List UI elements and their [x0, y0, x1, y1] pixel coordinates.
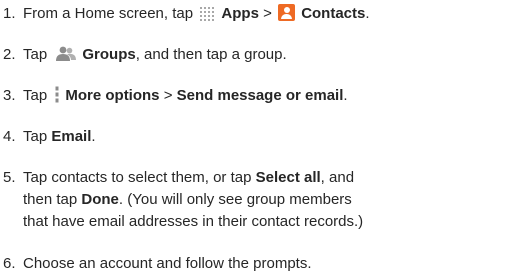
step-3-text-a: Tap: [23, 87, 52, 104]
email-label: Email: [51, 128, 92, 145]
step-3-separator: >: [159, 87, 177, 104]
step-2-text-b: , and then tap a group.: [135, 46, 287, 63]
step-4-period: .: [91, 128, 96, 145]
step-5-text-c: then tap: [23, 191, 82, 208]
step-number: 5.: [3, 169, 16, 186]
step-5: 5. Tap contacts to select them, or tap S…: [0, 168, 515, 238]
step-number: 1.: [3, 5, 16, 22]
more-options-icon: [55, 86, 59, 103]
more-options-label: More options: [65, 87, 160, 104]
groups-label: Groups: [82, 46, 136, 63]
apps-grid-icon: [199, 6, 216, 22]
step-number: 2.: [3, 46, 16, 63]
step-5-text-d: . (You will only see group members: [118, 191, 352, 208]
contacts-label: Contacts: [301, 5, 366, 22]
step-2-text-a: Tap: [23, 46, 52, 63]
groups-icon: [56, 46, 77, 61]
step-3-period: .: [343, 87, 348, 104]
step-number: 4.: [3, 128, 16, 145]
step-5-line-2: then tap Done. (You will only see group …: [23, 190, 352, 210]
step-1-separator: >: [258, 5, 277, 22]
select-all-label: Select all: [255, 169, 321, 186]
step-text: Tap Email.: [23, 127, 96, 147]
step-1-period: .: [365, 5, 370, 22]
step-text: From a Home screen, tap Apps > Contacts.: [23, 4, 370, 24]
done-label: Done: [81, 191, 119, 208]
step-1-text-a: From a Home screen, tap: [23, 5, 198, 22]
step-text: Tap More options > Send message or email…: [23, 86, 348, 106]
step-text: Tap Groups, and then tap a group.: [23, 45, 287, 65]
step-5-text-a: Tap contacts to select them, or tap: [23, 169, 256, 186]
step-5-line-1: Tap contacts to select them, or tap Sele…: [23, 168, 354, 188]
apps-label: Apps: [221, 5, 259, 22]
step-number: 3.: [3, 87, 16, 104]
step-number: 6.: [3, 255, 16, 272]
step-4-text-a: Tap: [23, 128, 52, 145]
step-text: Choose an account and follow the prompts…: [23, 255, 312, 272]
step-5-text-b: , and: [320, 169, 355, 186]
step-5-line-3: that have email addresses in their conta…: [23, 213, 364, 230]
contacts-icon: [278, 4, 296, 21]
send-message-label: Send message or email: [176, 87, 344, 104]
